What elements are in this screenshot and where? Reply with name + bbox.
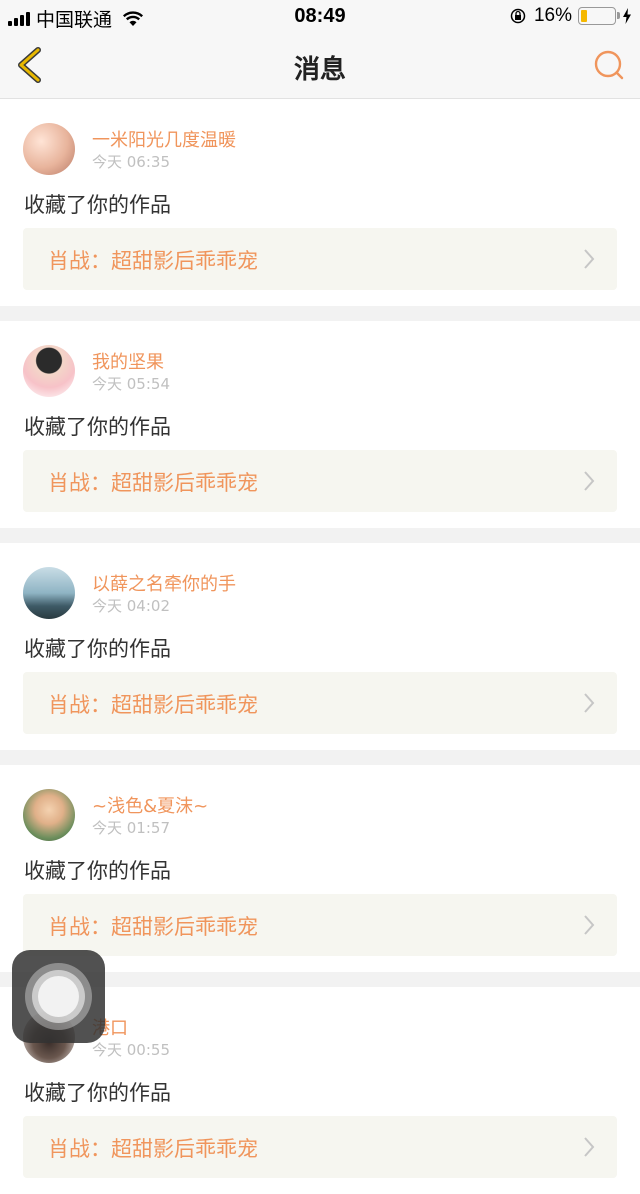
work-link[interactable]: 肖战：超甜影后乖乖宠 (23, 1116, 617, 1178)
message-item: 以薛之名牵你的手 今天 04:02 收藏了你的作品 肖战：超甜影后乖乖宠 (0, 543, 640, 750)
avatar[interactable] (23, 123, 75, 175)
battery-icon (578, 7, 620, 25)
message-action: 收藏了你的作品 (24, 637, 171, 661)
chevron-right-icon (584, 693, 595, 713)
work-title: 肖战：超甜影后乖乖宠 (48, 693, 258, 717)
user-name[interactable]: 一米阳光几度温暖 (92, 126, 236, 152)
work-title: 肖战：超甜影后乖乖宠 (48, 915, 258, 939)
work-link[interactable]: 肖战：超甜影后乖乖宠 (23, 672, 617, 734)
work-title: 肖战：超甜影后乖乖宠 (48, 471, 258, 495)
status-right: 16% (510, 5, 632, 27)
message-item: 我的坚果 今天 05:54 收藏了你的作品 肖战：超甜影后乖乖宠 (0, 321, 640, 528)
charging-icon (623, 8, 631, 24)
status-bar: 中国联通 08:49 16% (0, 0, 640, 32)
work-link[interactable]: 肖战：超甜影后乖乖宠 (23, 450, 617, 512)
assistive-touch-center (38, 976, 79, 1017)
battery-percent: 16% (533, 5, 572, 26)
message-time: 今天 05:54 (92, 375, 170, 393)
divider (0, 306, 640, 321)
work-link[interactable]: 肖战：超甜影后乖乖宠 (23, 228, 617, 290)
avatar[interactable] (23, 567, 75, 619)
chevron-right-icon (584, 249, 595, 269)
message-action: 收藏了你的作品 (24, 415, 171, 439)
chevron-right-icon (584, 915, 595, 935)
nav-bar: 消息 (0, 32, 640, 99)
message-time: 今天 00:55 (92, 1041, 170, 1059)
chevron-right-icon (584, 1137, 595, 1157)
assistive-touch-button[interactable] (12, 950, 105, 1043)
message-item: 一米阳光几度温暖 今天 06:35 收藏了你的作品 肖战：超甜影后乖乖宠 (0, 99, 640, 306)
divider (0, 528, 640, 543)
page-title: 消息 (293, 55, 346, 85)
work-title: 肖战：超甜影后乖乖宠 (48, 249, 258, 273)
search-icon[interactable] (592, 48, 626, 82)
message-time: 今天 06:35 (92, 153, 170, 171)
chevron-right-icon (584, 471, 595, 491)
message-time: 今天 01:57 (92, 819, 170, 837)
message-action: 收藏了你的作品 (24, 193, 171, 217)
work-link[interactable]: 肖战：超甜影后乖乖宠 (23, 894, 617, 956)
orientation-lock-icon (510, 8, 526, 24)
message-action: 收藏了你的作品 (24, 859, 171, 883)
user-name[interactable]: 我的坚果 (92, 348, 164, 374)
message-item: ~浅色&夏沫~ 今天 01:57 收藏了你的作品 肖战：超甜影后乖乖宠 (0, 765, 640, 972)
avatar[interactable] (23, 345, 75, 397)
avatar[interactable] (23, 789, 75, 841)
message-action: 收藏了你的作品 (24, 1081, 171, 1105)
user-name[interactable]: ~浅色&夏沫~ (92, 792, 208, 818)
user-name[interactable]: 以薛之名牵你的手 (92, 570, 236, 596)
message-time: 今天 04:02 (92, 597, 170, 615)
divider (0, 750, 640, 765)
